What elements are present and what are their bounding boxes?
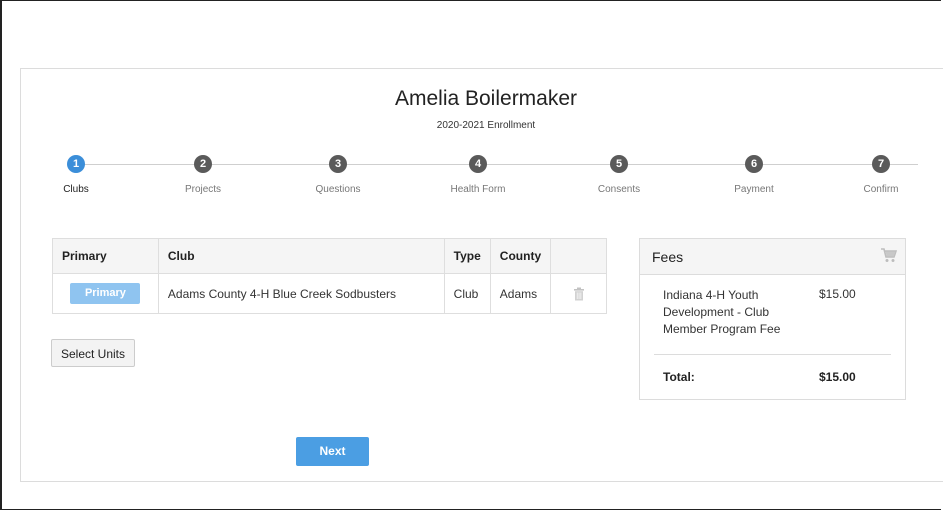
fee-description: Indiana 4-H Youth Development - Club Mem… xyxy=(663,288,781,336)
table-row: Primary Adams County 4-H Blue Creek Sodb… xyxy=(52,273,607,314)
primary-cell: Primary xyxy=(52,273,159,314)
step-confirm[interactable]: 7 Confirm xyxy=(831,155,931,195)
column-header-county: County xyxy=(489,238,552,274)
member-name: Amelia Boilermaker xyxy=(394,87,578,110)
cart-icon xyxy=(881,248,897,262)
column-header-primary: Primary xyxy=(52,238,159,274)
step-label: Projects xyxy=(184,184,222,195)
step-number: 6 xyxy=(745,155,763,173)
units-table: Primary Club Type County Primary Adams C… xyxy=(52,238,607,314)
enrollment-card: Amelia Boilermaker 2020-2021 Enrollment … xyxy=(20,68,943,482)
fees-title: Fees xyxy=(652,249,684,265)
step-consents[interactable]: 5 Consents xyxy=(569,155,669,195)
fees-panel: Fees Indiana 4-H Youth Development - Clu… xyxy=(639,238,906,400)
step-questions[interactable]: 3 Questions xyxy=(288,155,388,195)
step-number: 1 xyxy=(67,155,85,173)
table-header-row: Primary Club Type County xyxy=(52,238,607,274)
fee-divider xyxy=(654,354,891,355)
step-label: Payment xyxy=(734,184,774,195)
step-label: Health Form xyxy=(450,184,506,195)
step-payment[interactable]: 6 Payment xyxy=(704,155,804,195)
total-label: Total: xyxy=(663,370,695,384)
primary-button[interactable]: Primary xyxy=(70,283,141,304)
step-label: Questions xyxy=(315,184,361,195)
step-number: 7 xyxy=(872,155,890,173)
county-cell: Adams xyxy=(489,273,552,314)
fees-header: Fees xyxy=(640,239,905,275)
total-amount: $15.00 xyxy=(819,370,856,384)
next-button[interactable]: Next xyxy=(296,437,369,466)
step-number: 2 xyxy=(194,155,212,173)
fee-amount: $15.00 xyxy=(819,287,856,301)
column-header-type: Type xyxy=(443,238,491,274)
column-header-club: Club xyxy=(157,238,445,274)
type-cell: Club xyxy=(443,273,491,314)
column-header-actions xyxy=(550,238,607,274)
step-clubs[interactable]: 1 Clubs xyxy=(26,155,126,195)
step-number: 5 xyxy=(610,155,628,173)
step-projects[interactable]: 2 Projects xyxy=(153,155,253,195)
step-label: Clubs xyxy=(63,184,89,195)
action-cell xyxy=(550,273,607,314)
club-cell: Adams County 4-H Blue Creek Sodbusters xyxy=(157,273,445,314)
step-number: 3 xyxy=(329,155,347,173)
trash-icon[interactable] xyxy=(573,287,585,301)
step-label: Confirm xyxy=(863,184,899,195)
step-health-form[interactable]: 4 Health Form xyxy=(428,155,528,195)
enrollment-year: 2020-2021 Enrollment xyxy=(436,120,536,131)
select-units-button[interactable]: Select Units xyxy=(51,339,135,367)
step-number: 4 xyxy=(469,155,487,173)
step-label: Consents xyxy=(597,184,641,195)
